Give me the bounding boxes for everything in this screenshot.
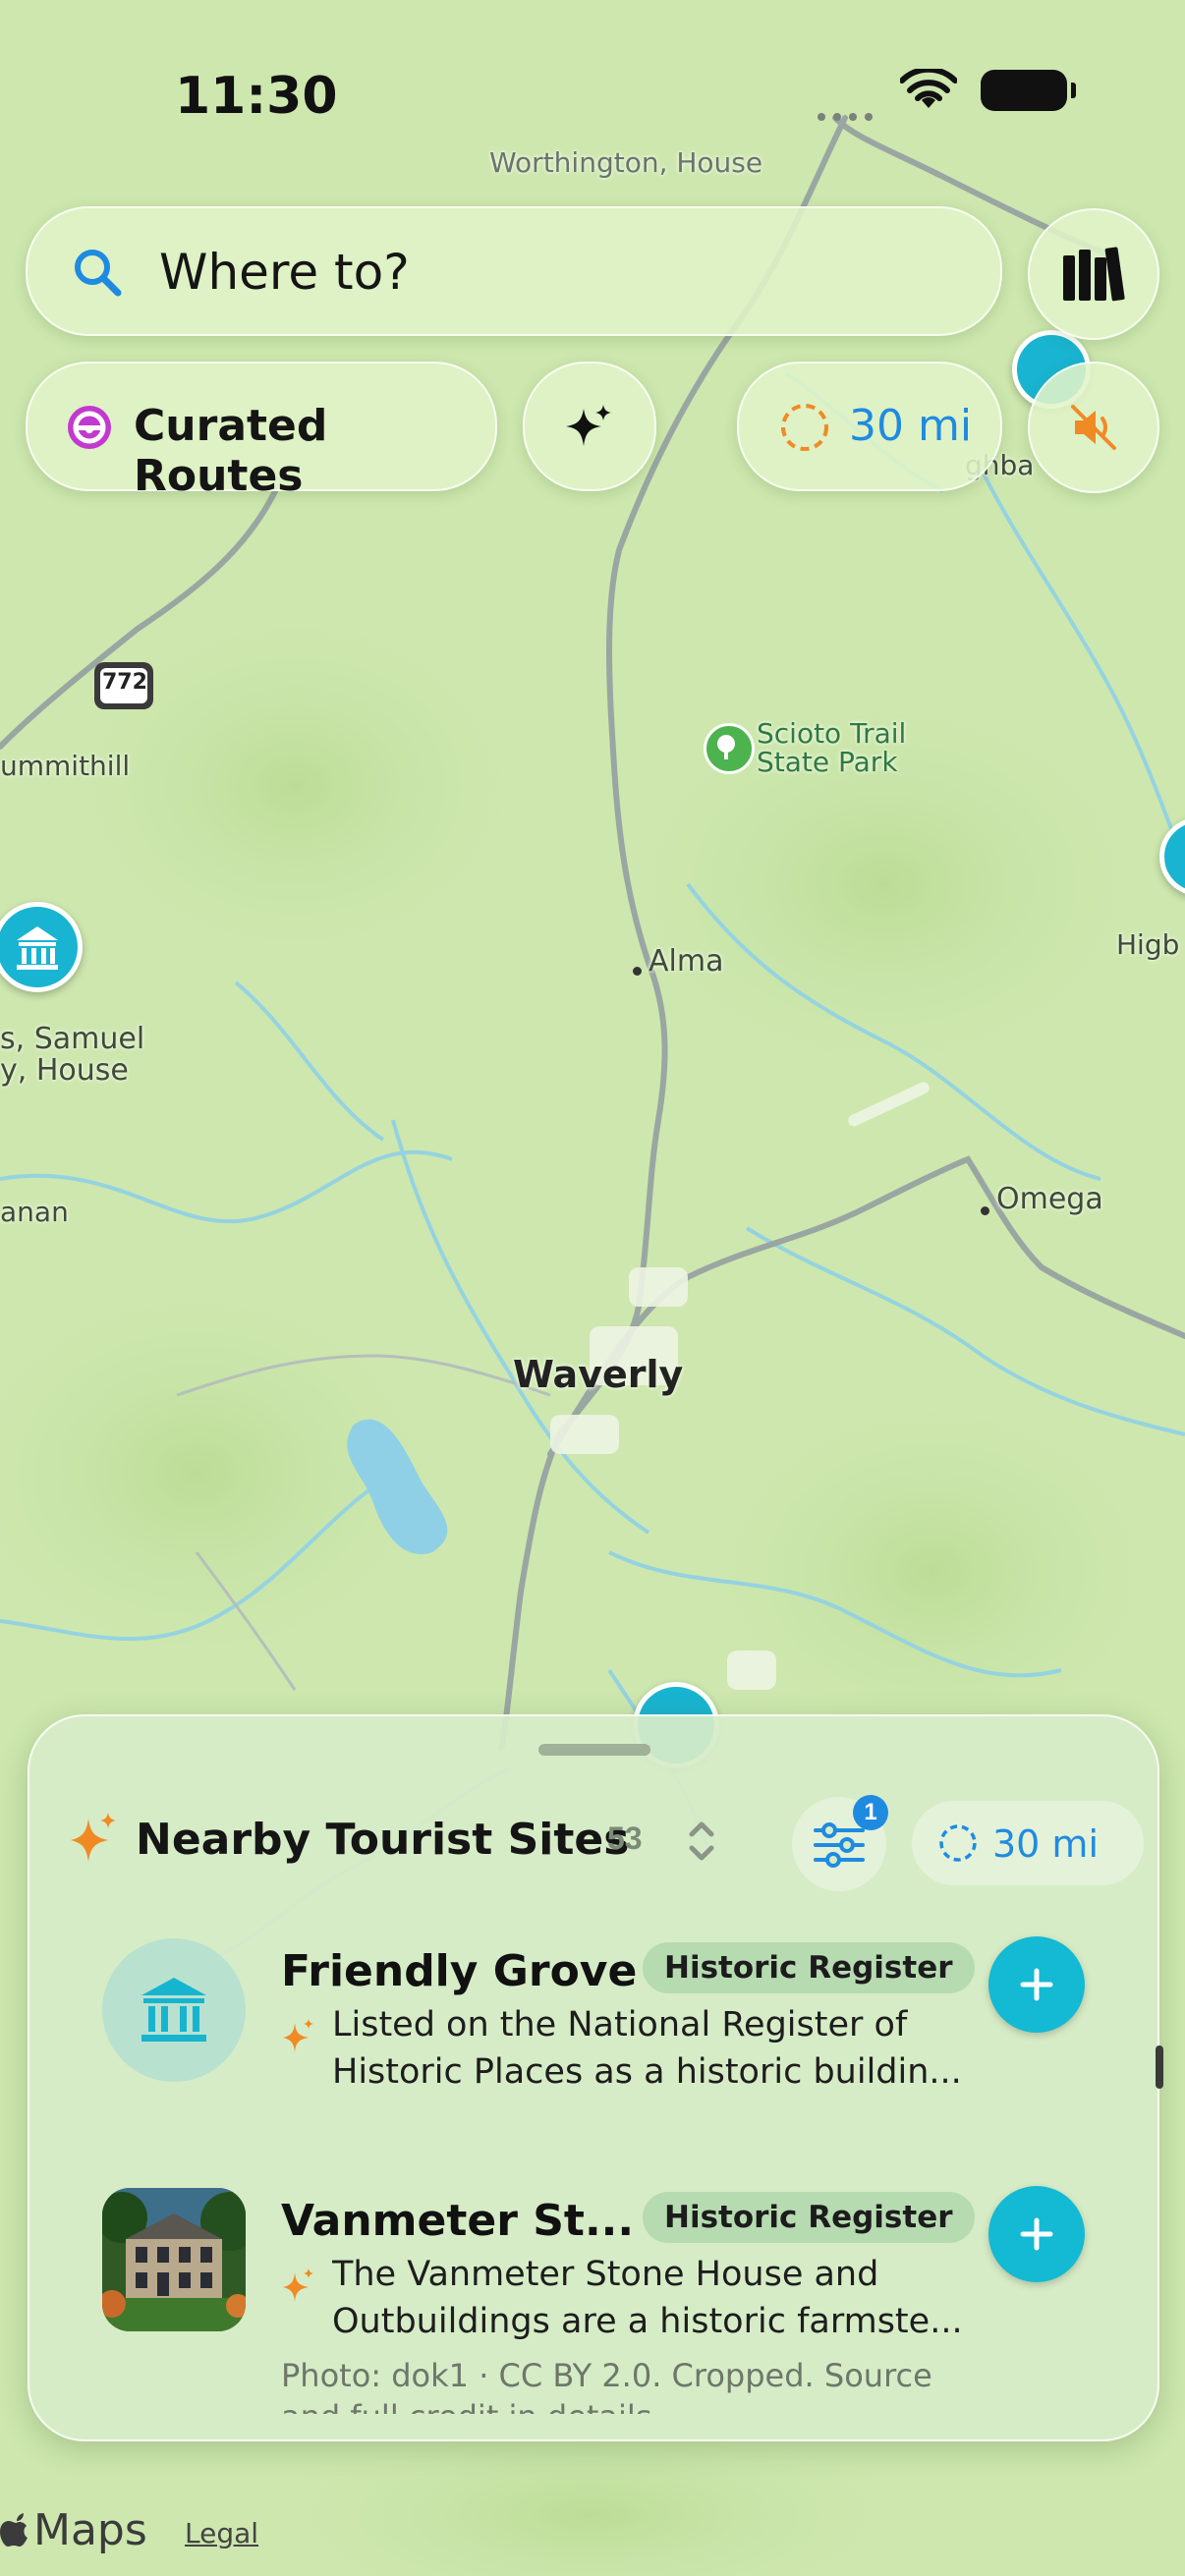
list-item[interactable]: Friendly Grove Historic Register Listed …: [29, 1936, 1157, 2135]
site-description-line2: Historic Places as a historic buildin...: [332, 2052, 962, 2092]
map-label-samuel-line2: y, House: [0, 1052, 129, 1088]
mute-button[interactable]: [1028, 362, 1159, 493]
search-icon: [75, 250, 122, 297]
site-tag: Historic Register: [643, 1942, 975, 1993]
sheet-title: Nearby Tourist Sites: [136, 1815, 630, 1865]
curated-routes-label: Curated Routes: [134, 401, 328, 501]
sparkles-icon: [566, 405, 611, 446]
site-name: Vanmeter St...: [281, 2196, 635, 2246]
site-photo: [102, 2188, 246, 2331]
status-dots: [818, 108, 876, 121]
search-input[interactable]: Where to?: [159, 244, 410, 301]
library-button[interactable]: [1028, 208, 1159, 340]
map-label-omega: Omega: [996, 1182, 1103, 1216]
sparkles-icon: [283, 2268, 313, 2302]
dashed-circle-icon: [781, 404, 828, 451]
sheet-grabber[interactable]: [538, 1744, 650, 1756]
site-description-line1: Listed on the National Register of: [332, 2005, 908, 2044]
map-label-scioto-line2: State Park: [757, 746, 898, 779]
map-label-summithill: ummithill: [0, 750, 131, 782]
map-label-scioto[interactable]: Scioto Trail State Park: [757, 719, 906, 777]
books-icon: [1063, 247, 1125, 302]
steering-wheel-icon: [68, 406, 111, 449]
search-bar[interactable]: Where to?: [26, 206, 1002, 336]
site-name: Friendly Grove: [281, 1946, 638, 1996]
edge-handle[interactable]: [1156, 2045, 1163, 2089]
speaker-muted-icon: [1071, 405, 1116, 450]
list-item[interactable]: Vanmeter St... Historic Register The Van…: [29, 2186, 1157, 2439]
radius-chip[interactable]: 30 mi: [737, 362, 1002, 491]
photo-credit-line2: and full credit in details: [281, 2396, 969, 2414]
map-label-alma: Alma: [649, 944, 724, 979]
site-description: The Vanmeter Stone House and Outbuilding…: [332, 2251, 971, 2345]
plus-icon: [1020, 1968, 1053, 2001]
filter-count-badge: 1: [853, 1795, 888, 1830]
park-icon[interactable]: [704, 723, 755, 774]
maps-logo: Maps: [0, 2505, 147, 2555]
museum-icon: [17, 926, 58, 970]
plus-icon: [1020, 2217, 1053, 2251]
photo-credit: Photo: dok1 · CC BY 2.0. Cropped. Source…: [281, 2355, 969, 2414]
map-label-waverly: Waverly: [513, 1353, 684, 1396]
route-shield-772: 772: [102, 670, 147, 695]
sliders-icon: [814, 1822, 865, 1868]
site-description: Listed on the National Register of Histo…: [332, 2001, 971, 2096]
map-label-higb: Higb: [1116, 928, 1180, 961]
add-button[interactable]: [988, 1936, 1085, 2033]
sheet-count: 53: [607, 1820, 643, 1856]
sort-chevrons-icon[interactable]: [686, 1817, 717, 1866]
site-thumbnail: [102, 1938, 246, 2082]
site-description-line2: Outbuildings are a historic farmste...: [332, 2302, 963, 2341]
nearby-sites-sheet[interactable]: Nearby Tourist Sites 53 1 30 mi Friendly…: [28, 1714, 1159, 2441]
town-dot-alma: [633, 967, 642, 976]
town-dot-omega: [981, 1206, 989, 1215]
photo-credit-line1: Photo: dok1 · CC BY 2.0. Cropped. Source: [281, 2357, 932, 2394]
status-icons: [900, 69, 1076, 112]
legal-link[interactable]: Legal: [185, 2517, 258, 2549]
sparkles-icon: [71, 1813, 116, 1862]
sheet-radius-label: 30 mi: [992, 1822, 1100, 1866]
ai-sparkle-button[interactable]: [523, 362, 656, 491]
dashed-circle-icon: [939, 1824, 977, 1862]
wifi-icon: [900, 69, 957, 108]
status-time: 11:30: [175, 67, 338, 126]
battery-icon: [981, 70, 1076, 111]
curated-routes-button[interactable]: Curated Routes: [26, 362, 497, 501]
historic-site-pin[interactable]: [0, 902, 83, 992]
map-label-worthington: Worthington, House: [489, 146, 763, 179]
maps-logo-text: Maps: [33, 2505, 147, 2555]
sparkles-icon: [283, 2019, 313, 2052]
map-label-anan: anan: [0, 1196, 69, 1228]
add-button[interactable]: [988, 2186, 1085, 2282]
sheet-radius-button[interactable]: 30 mi: [912, 1801, 1144, 1885]
site-description-line1: The Vanmeter Stone House and: [332, 2255, 879, 2294]
map-label-samuel-line1: s, Samuel: [0, 1022, 145, 1056]
map-label-samuel-house[interactable]: s, Samuel y, House: [0, 1024, 144, 1086]
museum-icon: [141, 1978, 206, 2042]
site-tag: Historic Register: [643, 2192, 975, 2243]
apple-logo-icon: [0, 2513, 28, 2547]
radius-label: 30 mi: [849, 401, 973, 451]
